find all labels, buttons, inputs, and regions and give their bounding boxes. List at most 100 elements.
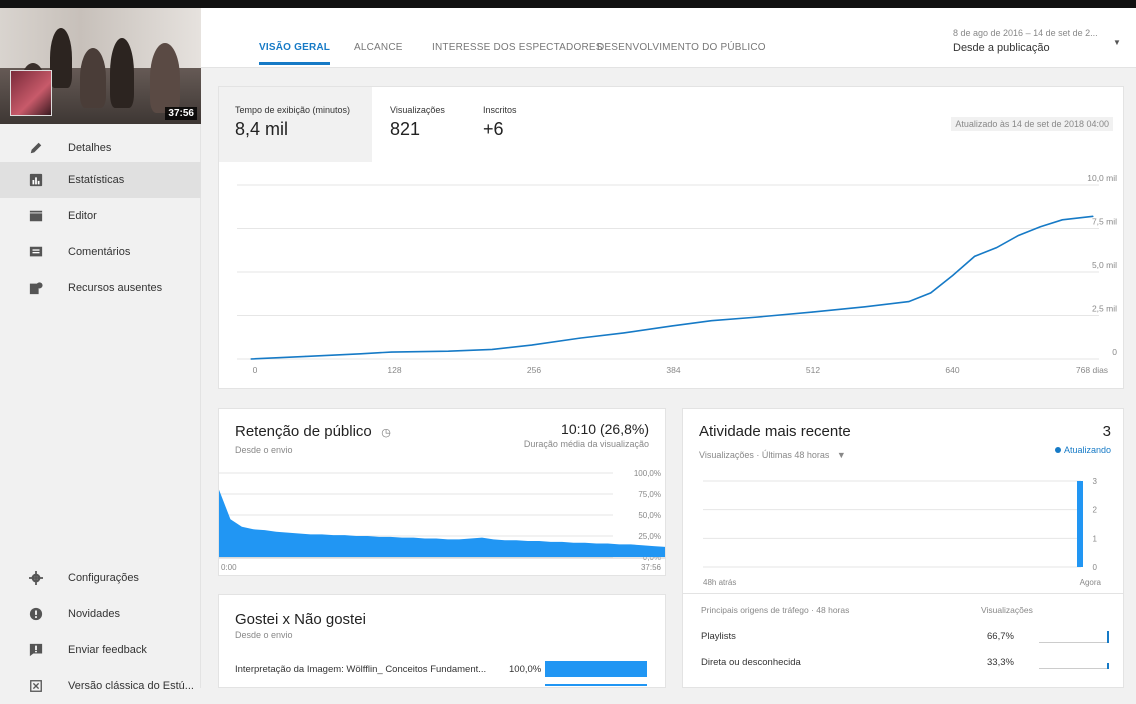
data-point: [864, 306, 866, 308]
likes-bar: [545, 661, 647, 677]
news-icon: [26, 607, 46, 621]
y-tick-label: 5,0 mil: [1092, 260, 1117, 270]
x-tick-label: 0: [253, 365, 258, 375]
sidebar-item-comments[interactable]: Comentários: [0, 234, 201, 270]
x-tick-label: 384: [666, 365, 680, 375]
clapperboard-icon: [26, 209, 46, 223]
metric-label: Tempo de exibição (minutos): [235, 105, 351, 115]
y-tick-label: 2,5 mil: [1092, 304, 1117, 314]
sidebar-item-feedback[interactable]: Enviar feedback: [0, 632, 201, 668]
data-point: [491, 348, 493, 351]
sidebar-item-missing-resources[interactable]: Recursos ausentes: [0, 270, 201, 306]
tab-audience-interest[interactable]: INTERESSE DOS ESPECTADORES: [432, 42, 603, 53]
traffic-row[interactable]: Playlists 66,7%: [701, 631, 1121, 643]
data-point: [710, 320, 713, 322]
watch-time-line-chart: 0 2,5 mil 5,0 mil 7,5 mil 10,0 mil 0 128 256 384…: [237, 173, 1117, 375]
traffic-source-value: 66,7%: [987, 631, 1014, 642]
metric-views[interactable]: Visualizações 821: [374, 87, 464, 162]
traffic-source-label: Direta ou desconhecida: [701, 657, 801, 668]
likes-subtitle: Desde o envio: [235, 630, 293, 640]
traffic-header: Principais origens de tráfego · 48 horas: [701, 605, 850, 615]
date-range-selector[interactable]: 8 de ago de 2016 – 14 de set de 2... Des…: [953, 28, 1121, 54]
traffic-bar: [1039, 631, 1109, 643]
y-tick-label: 25,0%: [638, 532, 661, 541]
metric-watch-time[interactable]: Tempo de exibição (minutos) 8,4 mil: [219, 87, 372, 162]
sidebar-item-label: Editor: [68, 210, 97, 222]
sidebar-item-settings[interactable]: Configurações: [0, 560, 201, 596]
x-tick-label: 512: [806, 365, 820, 375]
data-point: [671, 325, 673, 327]
sidebar-item-label: Estatísticas: [68, 174, 125, 186]
x-tick-label: 37:56: [641, 563, 662, 572]
bar-chart-icon: [26, 173, 46, 187]
top-bar: [0, 0, 1136, 8]
y-tick-label: 50,0%: [638, 511, 661, 520]
likes-card: Gostei x Não gostei Desde o envio Interp…: [218, 594, 666, 688]
tab-overview[interactable]: VISÃO GERAL: [259, 42, 331, 65]
retention-title: Retenção de público: [235, 423, 372, 440]
metric-value: 8,4 mil: [235, 119, 289, 139]
x-tick-label: 0:00: [221, 563, 237, 572]
chevron-down-icon: ▼: [836, 450, 846, 460]
sidebar-item-analytics[interactable]: Estatísticas: [0, 162, 201, 198]
gear-icon: [26, 571, 46, 585]
activity-subtitle-dropdown[interactable]: Visualizações · Últimas 48 horas ▼: [699, 445, 846, 463]
series-line: [250, 215, 1094, 360]
data-point: [995, 247, 998, 249]
missing-resources-icon: [26, 281, 46, 295]
likes-bar-next: [545, 684, 647, 686]
traffic-source-label: Playlists: [701, 631, 736, 642]
data-point: [390, 351, 392, 353]
sidebar-item-classic-studio[interactable]: Versão clássica do Estú...: [0, 668, 201, 704]
traffic-column-header: Visualizações: [981, 605, 1033, 615]
data-point: [1039, 226, 1041, 228]
tab-audience-development[interactable]: DESENVOLVIMENTO DO PÚBLICO: [597, 42, 766, 53]
activity-subtitle: Visualizações · Últimas 48 horas: [699, 450, 830, 460]
y-tick-label: 3: [1093, 477, 1098, 486]
sidebar-item-details[interactable]: Detalhes: [0, 130, 201, 166]
x-tick-label: 128: [387, 365, 401, 375]
retention-subtitle: Desde o envio: [235, 445, 293, 455]
data-point: [305, 355, 307, 357]
date-range-label: Desde a publicação: [953, 42, 1050, 54]
x-tick-label: Agora: [1080, 578, 1102, 587]
sidebar-item-label: Versão clássica do Estú...: [68, 680, 194, 692]
metric-subscribers[interactable]: Inscritos +6: [467, 87, 557, 162]
sidebar-item-news[interactable]: Novidades: [0, 596, 201, 632]
retention-area-chart: 0,0%25,0%50,0%75,0%100,0%0:0037:56: [219, 469, 665, 572]
likes-row-value: 100,0%: [509, 664, 542, 675]
comment-icon: [26, 245, 46, 259]
video-preview-inset: [10, 70, 52, 116]
classic-icon: [26, 679, 46, 693]
tab-reach[interactable]: ALCANCE: [354, 42, 403, 53]
y-tick-label: 1: [1093, 534, 1098, 543]
feedback-icon: [26, 643, 46, 657]
video-thumbnail[interactable]: 37:56: [0, 8, 201, 124]
y-tick-label: 0: [1112, 347, 1117, 357]
date-range-text: 8 de ago de 2016 – 14 de set de 2...: [953, 28, 1098, 38]
sidebar-item-label: Configurações: [68, 572, 139, 584]
live-dot-icon: [1054, 447, 1061, 453]
chevron-down-icon: ▼: [1113, 38, 1121, 47]
metric-value: +6: [483, 119, 504, 139]
activity-bar: [1077, 481, 1083, 567]
metric-label: Inscritos: [483, 105, 517, 115]
y-tick-label: 100,0%: [634, 469, 661, 478]
traffic-row[interactable]: Direta ou desconhecida 33,3%: [701, 657, 1121, 669]
sidebar: 37:56 Detalhes Estatísticas Editor Comen…: [0, 8, 201, 692]
clock-icon: ◷: [381, 427, 391, 439]
sidebar-item-label: Novidades: [68, 608, 120, 620]
data-point: [623, 332, 625, 334]
metric-value: 821: [390, 119, 421, 139]
status-badge: Atualizando: [1054, 445, 1111, 455]
likes-title: Gostei x Não gostei: [235, 611, 366, 628]
sidebar-item-editor[interactable]: Editor: [0, 198, 201, 234]
pencil-icon: [26, 141, 46, 155]
tab-bar: VISÃO GERAL ALCANCE INTERESSE DOS ESPECT…: [201, 8, 1136, 68]
activity-title: Atividade mais recente: [699, 423, 851, 440]
y-tick-label: 0: [1093, 563, 1098, 572]
data-point: [531, 344, 533, 346]
recent-activity-card: Atividade mais recente 3 Visualizações ·…: [682, 408, 1124, 688]
retention-value-label: Duração média da visualização: [523, 439, 649, 449]
data-point: [908, 300, 910, 303]
